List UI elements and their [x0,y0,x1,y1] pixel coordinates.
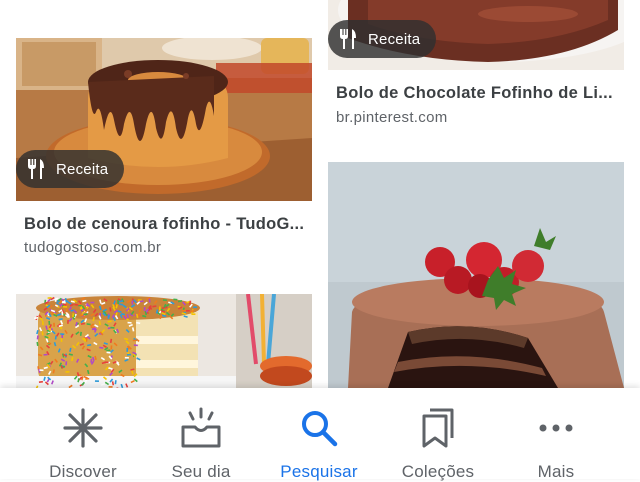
nav-label: Discover [49,462,117,481]
result-title[interactable]: Bolo de Chocolate Fofinho de Li... [336,84,620,103]
recipe-badge: Receita [328,20,437,58]
nav-colecoes[interactable]: Coleções [378,388,498,481]
result-source: tudogostoso.com.br [24,239,162,256]
recipe-badge: Receita [16,150,125,188]
result-source: br.pinterest.com [336,109,448,126]
nav-label: Seu dia [171,462,231,481]
recipe-badge-label: Receita [368,30,421,48]
result-title[interactable]: Bolo de cenoura fofinho - TudoG... [24,215,308,234]
more-icon [539,424,573,432]
collections-icon [422,408,454,448]
result-image-sprinkles-cake[interactable] [16,294,312,388]
search-icon [302,411,338,447]
nav-seu-dia[interactable]: Seu dia [141,388,261,481]
nav-discover[interactable]: Discover [23,388,143,481]
nav-label: Mais [537,462,575,481]
fork-knife-icon [28,159,44,179]
nav-label: Pesquisar [280,462,358,481]
result-card-chocolate[interactable]: Receita Bolo de Chocolate Fofinho de Li.… [328,0,624,135]
asterisk-icon [63,408,103,448]
result-card-strawberry[interactable] [328,162,624,388]
fork-knife-icon [340,29,356,49]
result-card-carrot[interactable]: Receita Bolo de cenoura fofinho - TudoG.… [16,38,312,263]
result-card-sprinkles[interactable] [16,294,312,388]
nav-pesquisar[interactable]: Pesquisar [259,388,379,481]
nav-mais[interactable]: Mais [496,388,616,481]
bottom-navigation: Discover Seu dia Pesquisar Coleções Mais [0,388,640,481]
sunrise-icon [181,407,221,448]
recipe-badge-label: Receita [56,160,109,178]
nav-label: Coleções [401,462,475,481]
result-image-strawberry-cake[interactable] [328,162,624,388]
